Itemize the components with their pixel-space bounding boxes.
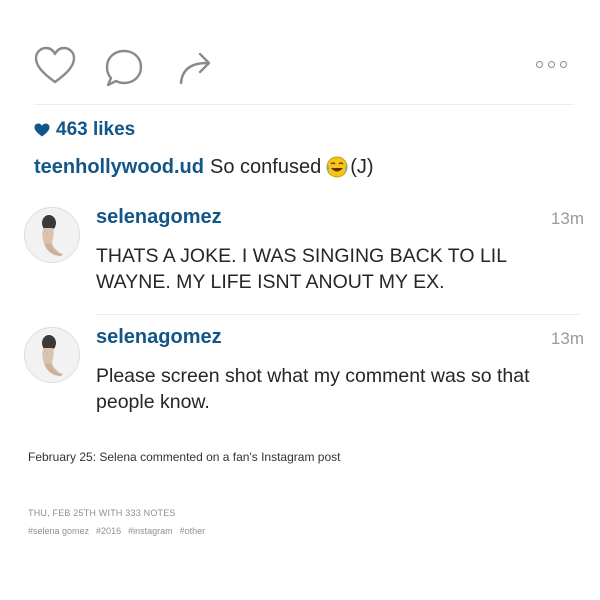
tag-link[interactable]: #2016 <box>96 526 121 536</box>
avatar-image <box>25 328 79 382</box>
comment-timestamp: 13m <box>550 329 584 348</box>
comment-timestamp: 13m <box>550 209 584 228</box>
comment-username[interactable]: selenagomez <box>96 326 222 349</box>
post-meta[interactable]: THU, FEB 25TH WITH 333 NOTES <box>28 508 176 518</box>
dot <box>536 61 543 68</box>
post-caption: teenhollywood.ud So confused (J) <box>34 155 374 179</box>
avatar[interactable] <box>24 327 80 383</box>
more-dots-icon[interactable] <box>536 61 567 68</box>
likes-text: 463 likes <box>56 119 136 140</box>
laughing-crying-emoji-icon <box>326 156 348 178</box>
caption-text: So confused <box>210 155 322 178</box>
tag-link[interactable]: #instagram <box>128 526 173 536</box>
dot <box>548 61 555 68</box>
comment-bubble-icon[interactable] <box>103 48 145 88</box>
avatar-image <box>25 208 79 262</box>
caption-username[interactable]: teenhollywood.ud <box>34 156 204 179</box>
tag-link[interactable]: #selena gomez <box>28 526 89 536</box>
action-divider <box>34 104 574 105</box>
avatar[interactable] <box>24 207 80 263</box>
tag-list: #selena gomez #2016 #instagram #other <box>28 526 205 536</box>
post-note: February 25: Selena commented on a fan's… <box>28 450 341 464</box>
caption-suffix: (J) <box>350 155 374 178</box>
comment-divider <box>96 314 580 315</box>
comment-username[interactable]: selenagomez <box>96 206 222 229</box>
heart-outline-icon[interactable] <box>33 46 77 86</box>
comment-text: Please screen shot what my comment was s… <box>96 365 530 413</box>
comment-text: THATS A JOKE. I WAS SINGING BACK TO LIL … <box>96 245 507 293</box>
dot <box>560 61 567 68</box>
tag-link[interactable]: #other <box>180 526 206 536</box>
share-arrow-icon[interactable] <box>177 49 217 87</box>
heart-filled-icon <box>34 123 50 137</box>
likes-count[interactable]: 463 likes <box>34 119 135 141</box>
